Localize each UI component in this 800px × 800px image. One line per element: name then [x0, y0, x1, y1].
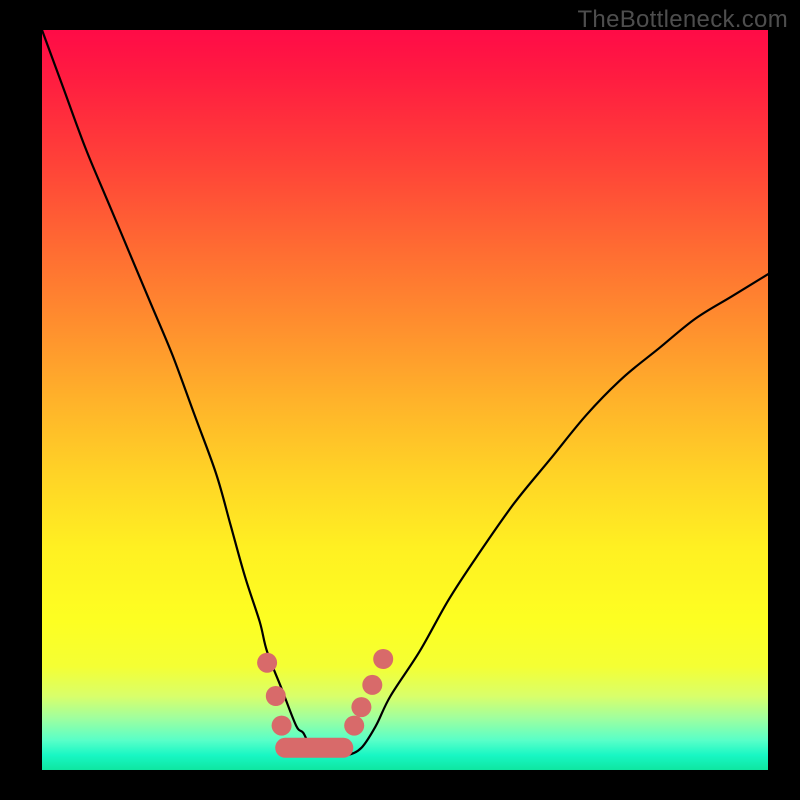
- marker-dot: [373, 649, 393, 669]
- marker-dot: [257, 653, 277, 673]
- marker-dots-group: [257, 649, 393, 736]
- watermark-text: TheBottleneck.com: [577, 6, 788, 34]
- marker-dot: [266, 686, 286, 706]
- chart-plot-area: [42, 30, 768, 770]
- chart-svg: [42, 30, 768, 770]
- marker-dot: [362, 675, 382, 695]
- marker-dot: [351, 697, 371, 717]
- chart-outer-frame: TheBottleneck.com: [0, 0, 800, 800]
- bottleneck-curve: [42, 30, 768, 756]
- marker-dot: [344, 716, 364, 736]
- marker-dot: [272, 716, 292, 736]
